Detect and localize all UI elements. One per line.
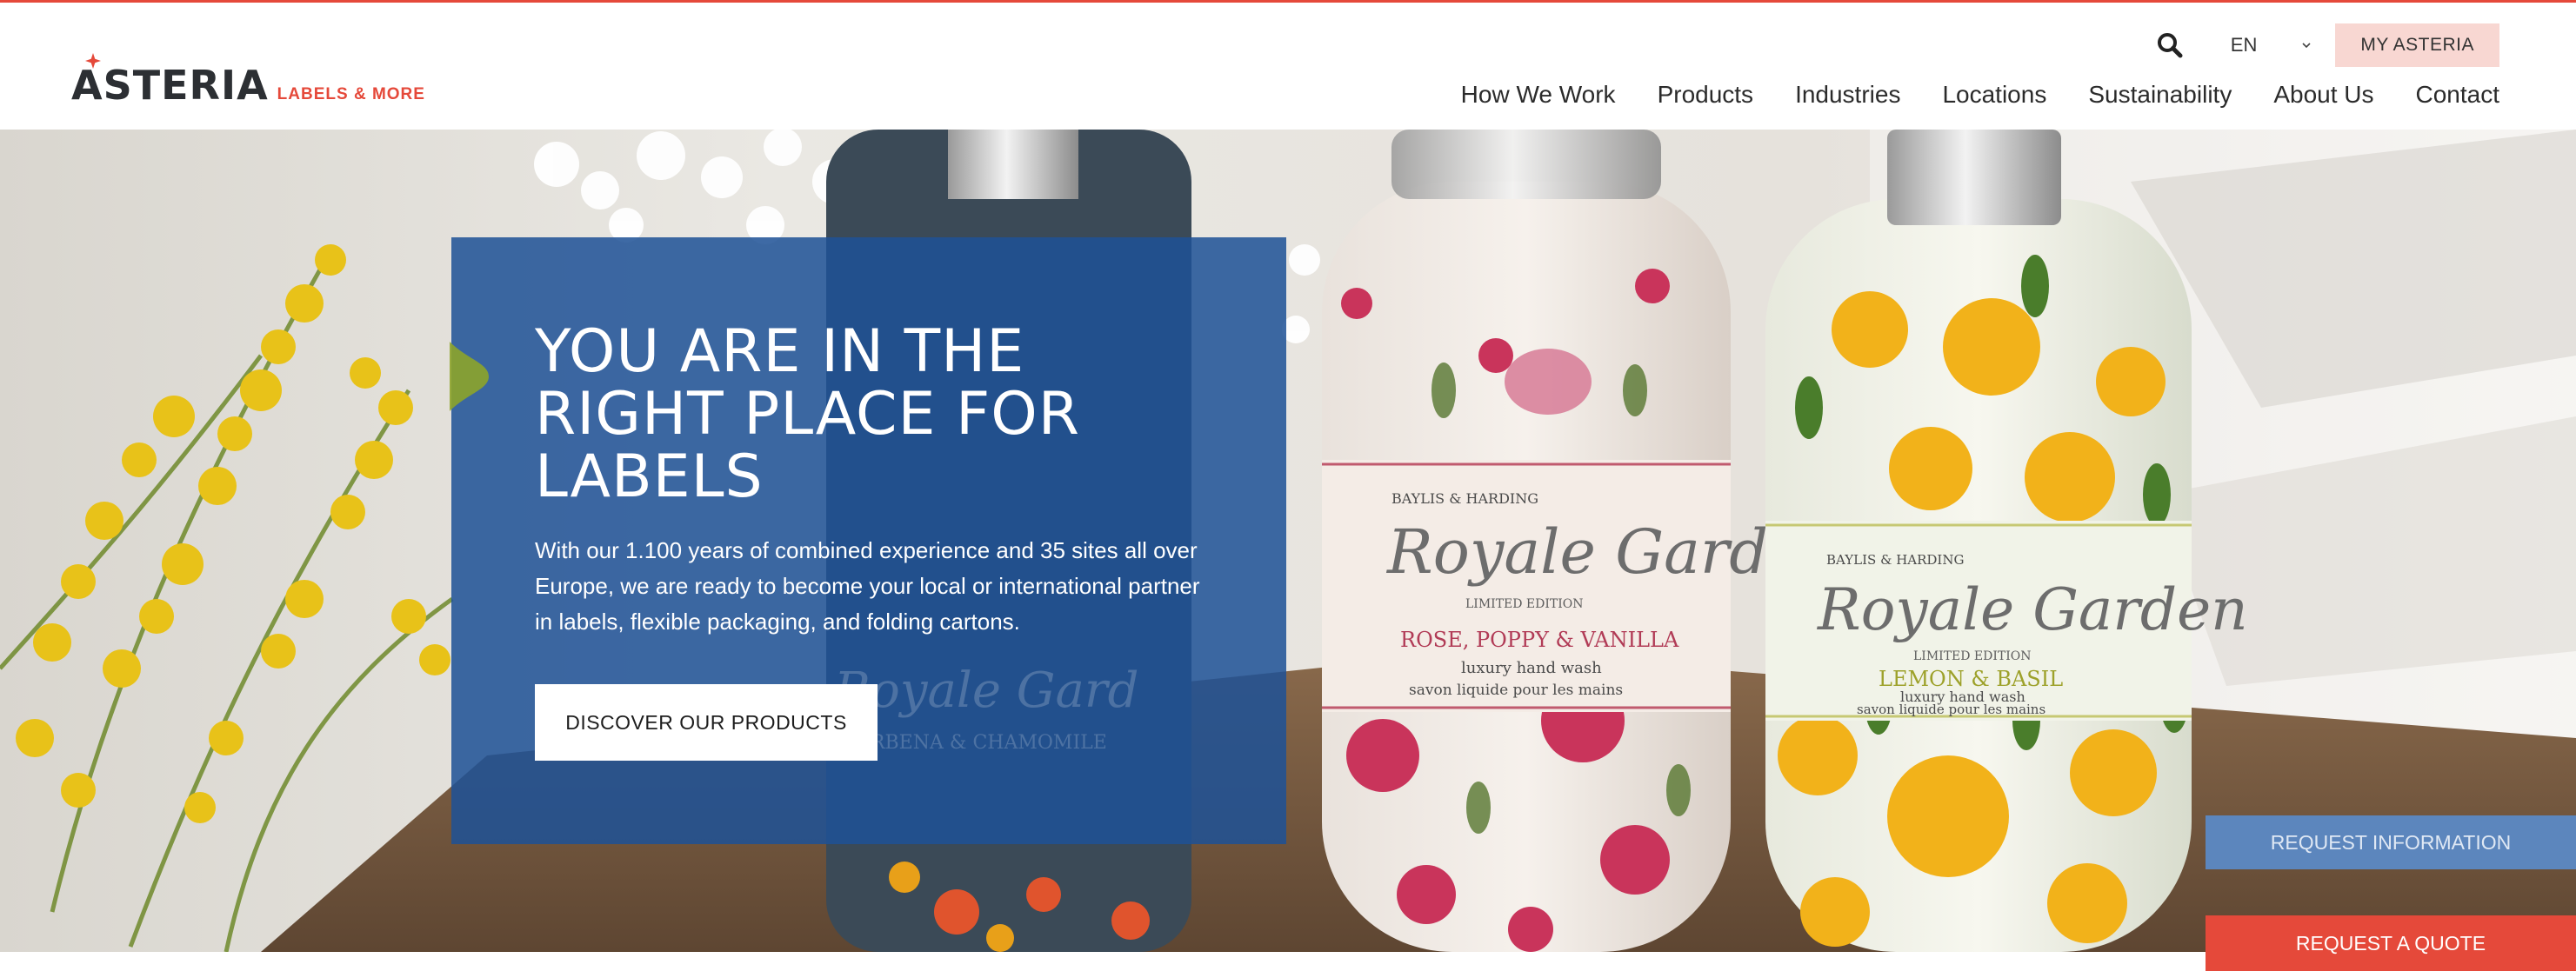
- search-button[interactable]: [2152, 28, 2187, 63]
- logo-wordmark: ASTERIA: [71, 53, 269, 109]
- svg-text:LIMITED EDITION: LIMITED EDITION: [1913, 649, 2032, 663]
- nav-item-how-we-work[interactable]: How We Work: [1461, 81, 1616, 109]
- svg-text:ROSE, POPPY & VANILLA: ROSE, POPPY & VANILLA: [1400, 628, 1679, 652]
- main-nav: How We Work Products Industries Location…: [1461, 81, 2499, 109]
- svg-text:Royale Garden: Royale Garden: [1817, 576, 2248, 643]
- svg-text:LIMITED EDITION: LIMITED EDITION: [1465, 597, 1584, 611]
- search-icon: [2157, 33, 2183, 58]
- nav-item-industries[interactable]: Industries: [1795, 81, 1900, 109]
- utility-bar: EN MY ASTERIA: [2152, 23, 2499, 67]
- logo-star-icon: [85, 53, 101, 69]
- svg-text:savon liquide pour les mains: savon liquide pour les mains: [1857, 702, 2045, 717]
- svg-text:LEMON & BASIL: LEMON & BASIL: [1879, 667, 2063, 691]
- chevron-down-icon: [2302, 43, 2311, 49]
- card-notch-decoration: [450, 342, 489, 411]
- request-quote-button[interactable]: REQUEST A QUOTE: [2206, 915, 2576, 971]
- svg-text:savon liquide pour les mains: savon liquide pour les mains: [1409, 682, 1623, 699]
- svg-text:Royale Garden: Royale Garden: [833, 662, 1138, 719]
- svg-text:BAYLIS & HARDING: BAYLIS & HARDING: [1391, 490, 1538, 507]
- my-asteria-button[interactable]: MY ASTERIA: [2335, 23, 2499, 67]
- svg-text:luxury hand wash: luxury hand wash: [1461, 659, 1602, 677]
- hero-description: With our 1.100 years of combined experie…: [535, 537, 1200, 635]
- nav-item-sustainability[interactable]: Sustainability: [2088, 81, 2232, 109]
- hero-section: BAYLIS & HARDING Royale Garden LIMITED E…: [0, 130, 2576, 952]
- hero-card: Royale Garden VERBENA & CHAMOMILE YOU AR…: [450, 237, 1286, 844]
- language-selector[interactable]: EN: [2231, 34, 2313, 57]
- hero-image: BAYLIS & HARDING Royale Garden LIMITED E…: [0, 130, 2576, 952]
- logo[interactable]: ASTERIA LABELS & MORE: [71, 53, 425, 109]
- request-information-button[interactable]: REQUEST INFORMATION: [2206, 815, 2576, 869]
- discover-products-button[interactable]: DISCOVER OUR PRODUCTS: [535, 684, 878, 761]
- hero-title: YOU ARE IN THE RIGHT PLACE FOR LABELS: [535, 317, 1080, 511]
- nav-item-products[interactable]: Products: [1658, 81, 1754, 109]
- nav-item-locations[interactable]: Locations: [1942, 81, 2046, 109]
- nav-item-contact[interactable]: Contact: [2416, 81, 2500, 109]
- site-header: ASTERIA LABELS & MORE EN MY ASTERIA How …: [0, 3, 2576, 130]
- logo-tagline: LABELS & MORE: [277, 85, 425, 103]
- language-label: EN: [2230, 34, 2258, 56]
- nav-item-about-us[interactable]: About Us: [2273, 81, 2373, 109]
- svg-text:VERBENA & CHAMOMILE: VERBENA & CHAMOMILE: [842, 732, 1107, 754]
- svg-text:BAYLIS & HARDING: BAYLIS & HARDING: [1826, 552, 1964, 568]
